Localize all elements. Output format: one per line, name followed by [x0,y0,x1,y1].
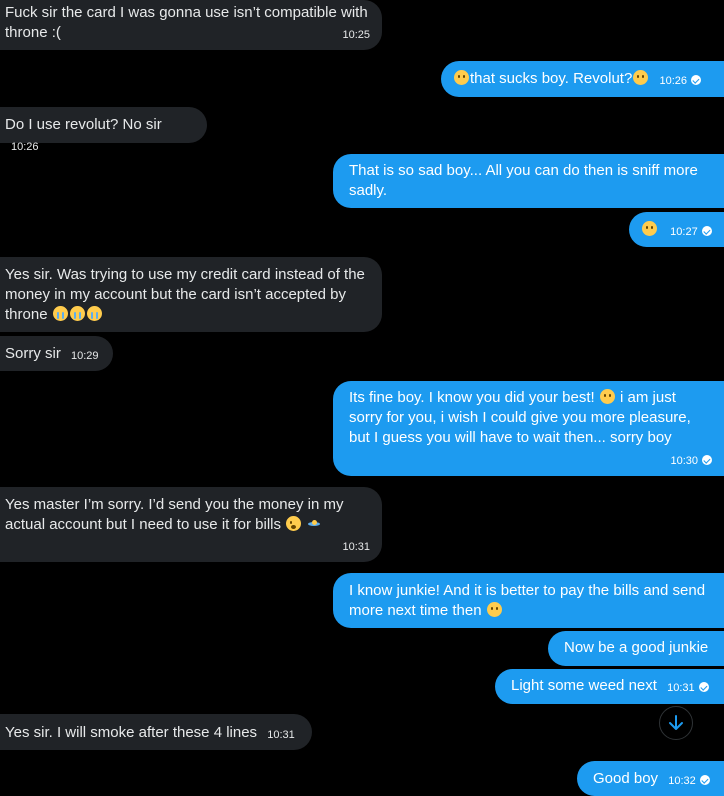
message-outgoing[interactable]: Its fine boy. I know you did your best! … [333,381,724,476]
crying-icon [69,306,85,321]
message-timestamp: 10:25 [342,29,370,41]
message-timestamp: 10:31 [267,729,295,741]
scroll-to-bottom-button[interactable] [659,706,693,740]
message-text: Good boy [593,770,659,787]
message-incoming[interactable]: Fuck sir the card I was gonna use isn’t … [0,0,382,50]
message-text: Light some weed next [511,677,657,694]
smile-icon [633,70,649,85]
message-incoming[interactable]: Do I use revolut? No sir 10:26 [0,107,207,153]
message-incoming[interactable]: Sorry sir 10:29 [0,336,113,371]
message-text: Yes sir. I will smoke after these 4 line… [5,724,258,741]
smile-icon [642,221,657,236]
read-check-icon [701,226,712,236]
message-outgoing[interactable]: 10:27 [629,212,724,247]
message-outgoing[interactable]: That is so sad boy... All you can do the… [333,154,724,208]
message-timestamp: 10:26 [11,141,39,153]
message-outgoing[interactable]: that sucks boy. Revolut? 10:26 [441,61,724,97]
read-check-icon [699,775,710,785]
message-timestamp: 10:26 [659,71,702,91]
message-incoming[interactable]: Yes sir. I will smoke after these 4 line… [0,714,312,750]
message-timestamp: 10:32 [668,771,710,791]
read-check-icon [691,75,702,85]
message-text: Sorry sir [5,345,61,362]
message-incoming[interactable]: Yes sir. Was trying to use my credit car… [0,257,382,332]
message-timestamp: 10:31 [667,678,709,698]
message-outgoing[interactable]: Now be a good junkie [548,631,724,666]
message-text: Its fine boy. I know you did your best! [349,389,595,406]
smile-icon [599,389,615,404]
flushed-face-icon [286,516,302,531]
dizzy-icon [307,516,322,531]
message-timestamp: 10:30 [670,455,712,468]
message-text: That is so sad boy... All you can do the… [349,162,698,199]
message-text: that sucks boy. Revolut? [470,70,633,87]
message-outgoing[interactable]: Light some weed next 10:31 [495,669,724,704]
crying-icon [52,306,68,321]
message-timestamp: 10:27 [670,222,712,242]
smile-icon [486,602,502,617]
read-check-icon [702,455,712,465]
arrow-down-icon [669,715,683,730]
message-incoming[interactable]: Yes master I’m sorry. I’d send you the m… [0,487,382,562]
message-text: Now be a good junkie [564,639,709,656]
message-timestamp: 10:31 [342,541,370,553]
message-text: Fuck sir the card I was gonna use isn’t … [5,4,368,41]
message-text: I know junkie! And it is better to pay t… [349,582,706,619]
smile-icon [454,70,469,85]
message-text: Do I use revolut? No sir [5,116,162,133]
message-outgoing[interactable]: I know junkie! And it is better to pay t… [333,573,724,628]
crying-icon [86,306,102,321]
message-timestamp: 10:29 [71,350,99,362]
read-check-icon [698,682,709,692]
